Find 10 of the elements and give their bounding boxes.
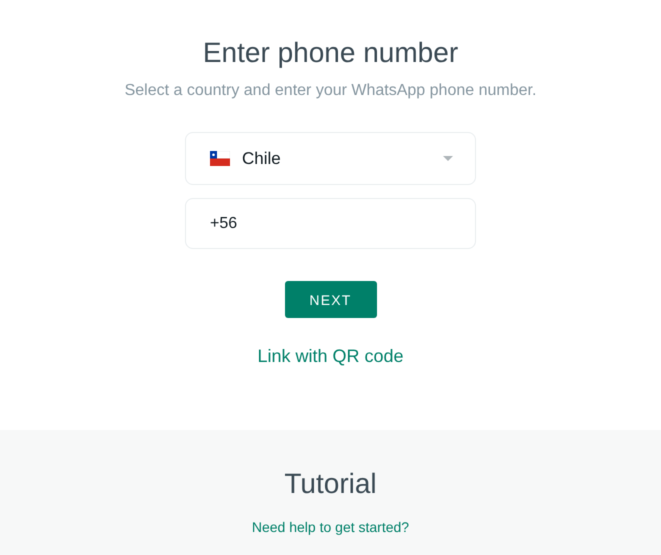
help-link[interactable]: Need help to get started? xyxy=(252,519,410,535)
subtitle: Select a country and enter your WhatsApp phone number. xyxy=(124,81,536,101)
page-title: Enter phone number xyxy=(202,36,458,70)
flag-icon xyxy=(210,151,230,166)
tutorial-title: Tutorial xyxy=(284,467,377,501)
phone-field[interactable]: +56 xyxy=(185,198,476,249)
caret-icon xyxy=(443,156,453,161)
next-button[interactable]: NEXT xyxy=(284,281,376,318)
qr-link[interactable]: Link with QR code xyxy=(257,346,404,367)
country-select[interactable]: Chile xyxy=(185,132,476,185)
